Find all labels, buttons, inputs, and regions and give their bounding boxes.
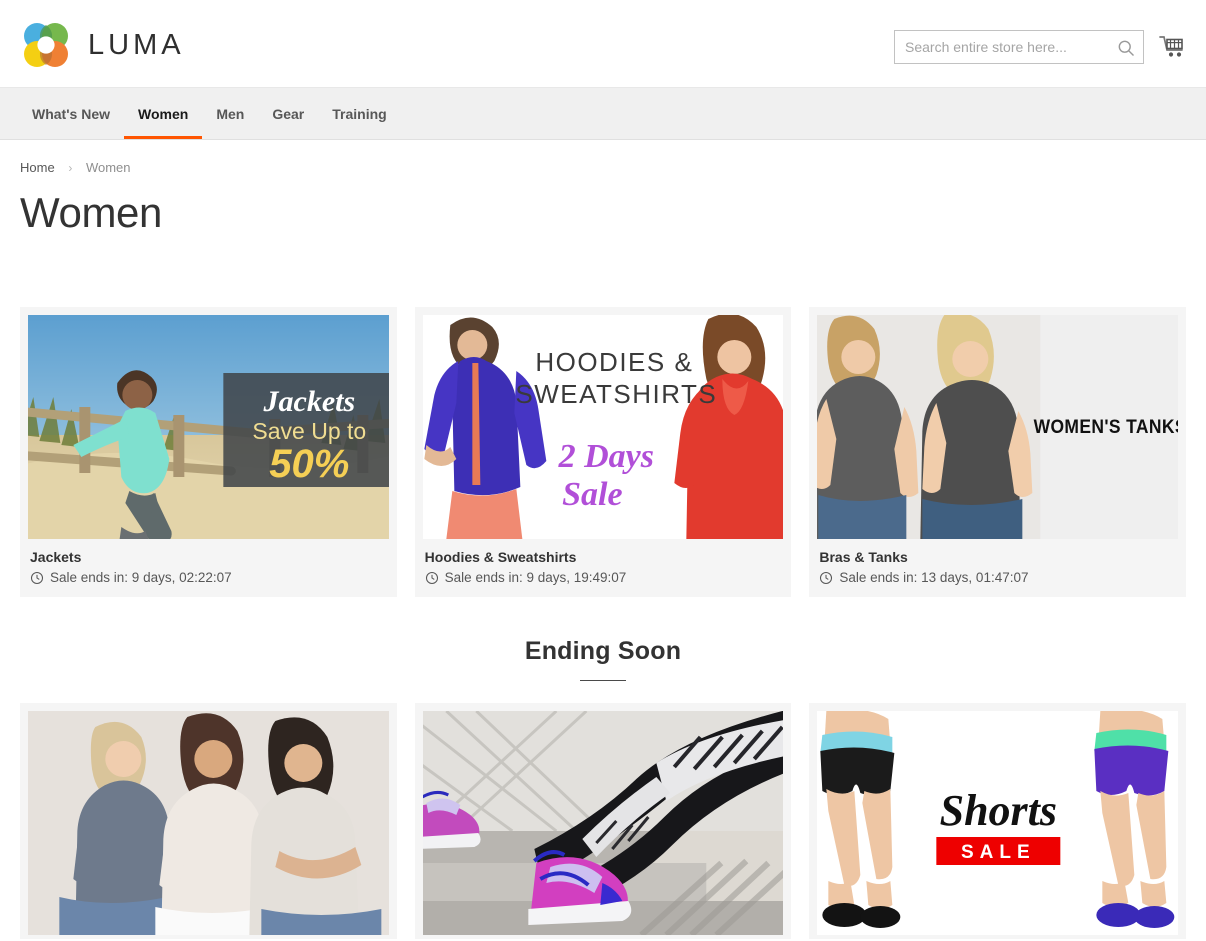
promo-card-body: Jackets Sale ends in: 9 days, 02:22:07	[28, 539, 389, 593]
shopping-cart-icon[interactable]	[1158, 33, 1186, 61]
nav-label: What's New	[32, 105, 111, 122]
clock-icon	[425, 571, 438, 584]
leggings-sneakers-image	[422, 711, 784, 936]
nav-item-men[interactable]: Men	[202, 88, 258, 139]
svg-text:2 Days: 2 Days	[557, 438, 653, 475]
promo-image-tees[interactable]	[28, 711, 389, 936]
clock-icon	[30, 571, 44, 584]
womens-tanks-banner-image: WOMEN'S TANKS	[817, 315, 1179, 540]
nav-label: Gear	[272, 105, 305, 122]
promo-image-shorts[interactable]: Shorts SALE	[817, 711, 1179, 936]
promo-image-hoodies[interactable]: HOODIES & SWEATSHIRTS 2 Days Sale	[422, 315, 784, 540]
countdown-text: Sale ends in: 13 days, 01:47:07	[839, 570, 1029, 586]
svg-text:Save Up to: Save Up to	[252, 418, 366, 444]
promo-card-title: Hoodies & Sweatshirts	[424, 549, 577, 566]
breadcrumb-home[interactable]: Home	[20, 160, 55, 175]
svg-text:50%: 50%	[269, 442, 349, 486]
cart-button[interactable]	[1158, 33, 1186, 61]
promo-grid-row-2: Shorts SALE	[20, 703, 1187, 940]
promo-card-body: Bras & Tanks Sale ends in: 13 days, 01:4…	[817, 539, 1178, 593]
breadcrumb-current: Women	[85, 160, 131, 175]
nav-label: Women	[138, 105, 189, 122]
ending-soon-section-header: Ending Soon	[20, 637, 1186, 682]
three-women-in-tees-image	[28, 711, 389, 936]
promo-card-shorts[interactable]: Shorts SALE	[809, 703, 1187, 940]
promo-card-leggings[interactable]	[414, 703, 792, 940]
promo-card-countdown: Sale ends in: 9 days, 02:22:07	[30, 570, 387, 585]
search-input[interactable]	[895, 31, 1143, 63]
clock-icon	[820, 571, 833, 584]
search-icon[interactable]	[1116, 38, 1136, 58]
hoodies-banner-image: HOODIES & SWEATSHIRTS 2 Days Sale	[422, 315, 784, 540]
logo-link[interactable]: LUMA	[20, 19, 185, 71]
promo-card-title: Bras & Tanks	[819, 549, 908, 566]
promo-card-title: Jackets	[30, 549, 82, 566]
promo-card-jackets[interactable]: Jackets Save Up to 50% Jackets Sale ends…	[20, 307, 397, 598]
promo-card-body: Hoodies & Sweatshirts Sale ends in: 9 da…	[423, 539, 784, 593]
shorts-sale-image: Shorts SALE	[817, 711, 1179, 936]
promo-card-tees[interactable]	[20, 703, 397, 940]
countdown-text: Sale ends in: 9 days, 02:22:07	[50, 570, 232, 586]
promo-image-leggings[interactable]	[422, 711, 784, 936]
nav-label: Training	[332, 105, 387, 122]
promo-grid-row-1: Jackets Save Up to 50% Jackets Sale ends…	[20, 307, 1187, 598]
main-navigation: What's New Women Men Gear Training	[0, 88, 1206, 140]
brand-name: LUMA	[88, 28, 185, 61]
breadcrumb-separator-icon: ›	[68, 161, 73, 175]
svg-text:SWEATSHIRTS: SWEATSHIRTS	[515, 379, 717, 409]
nav-item-women[interactable]: Women	[124, 88, 203, 139]
promo-image-jackets[interactable]: Jackets Save Up to 50%	[28, 315, 389, 540]
header-actions	[894, 30, 1186, 64]
promo-card-countdown: Sale ends in: 9 days, 19:49:07	[425, 570, 782, 585]
section-divider	[580, 680, 626, 682]
search-box[interactable]	[894, 30, 1144, 64]
promo-card-bras-tanks[interactable]: WOMEN'S TANKS Bras & Tanks Sale ends in:…	[809, 307, 1187, 598]
nav-item-whats-new[interactable]: What's New	[18, 88, 124, 139]
page-content: Home › Women Women Jackets Save Up to 50…	[0, 140, 1206, 940]
nav-item-gear[interactable]: Gear	[258, 88, 318, 139]
svg-text:SALE: SALE	[961, 842, 1036, 863]
svg-text:HOODIES &: HOODIES &	[535, 347, 693, 377]
svg-text:Jackets: Jackets	[263, 385, 356, 418]
section-title: Ending Soon	[524, 637, 682, 666]
nav-item-training[interactable]: Training	[318, 88, 400, 139]
svg-text:Shorts: Shorts	[940, 786, 1057, 835]
luma-flower-logo-icon	[24, 23, 68, 67]
promo-card-countdown: Sale ends in: 13 days, 01:47:07	[819, 570, 1176, 585]
site-header: LUMA	[0, 0, 1206, 88]
page-title: Women	[20, 189, 162, 236]
svg-text:Sale: Sale	[562, 476, 622, 513]
jackets-banner-image: Jackets Save Up to 50%	[28, 315, 389, 540]
promo-card-hoodies-sweatshirts[interactable]: HOODIES & SWEATSHIRTS 2 Days Sale Hoodie…	[414, 307, 792, 598]
svg-text:WOMEN'S TANKS: WOMEN'S TANKS	[1034, 415, 1178, 437]
promo-image-bras-tanks[interactable]: WOMEN'S TANKS	[817, 315, 1179, 540]
nav-label: Men	[216, 105, 245, 122]
countdown-text: Sale ends in: 9 days, 19:49:07	[444, 570, 627, 586]
breadcrumb: Home › Women	[20, 140, 1186, 179]
